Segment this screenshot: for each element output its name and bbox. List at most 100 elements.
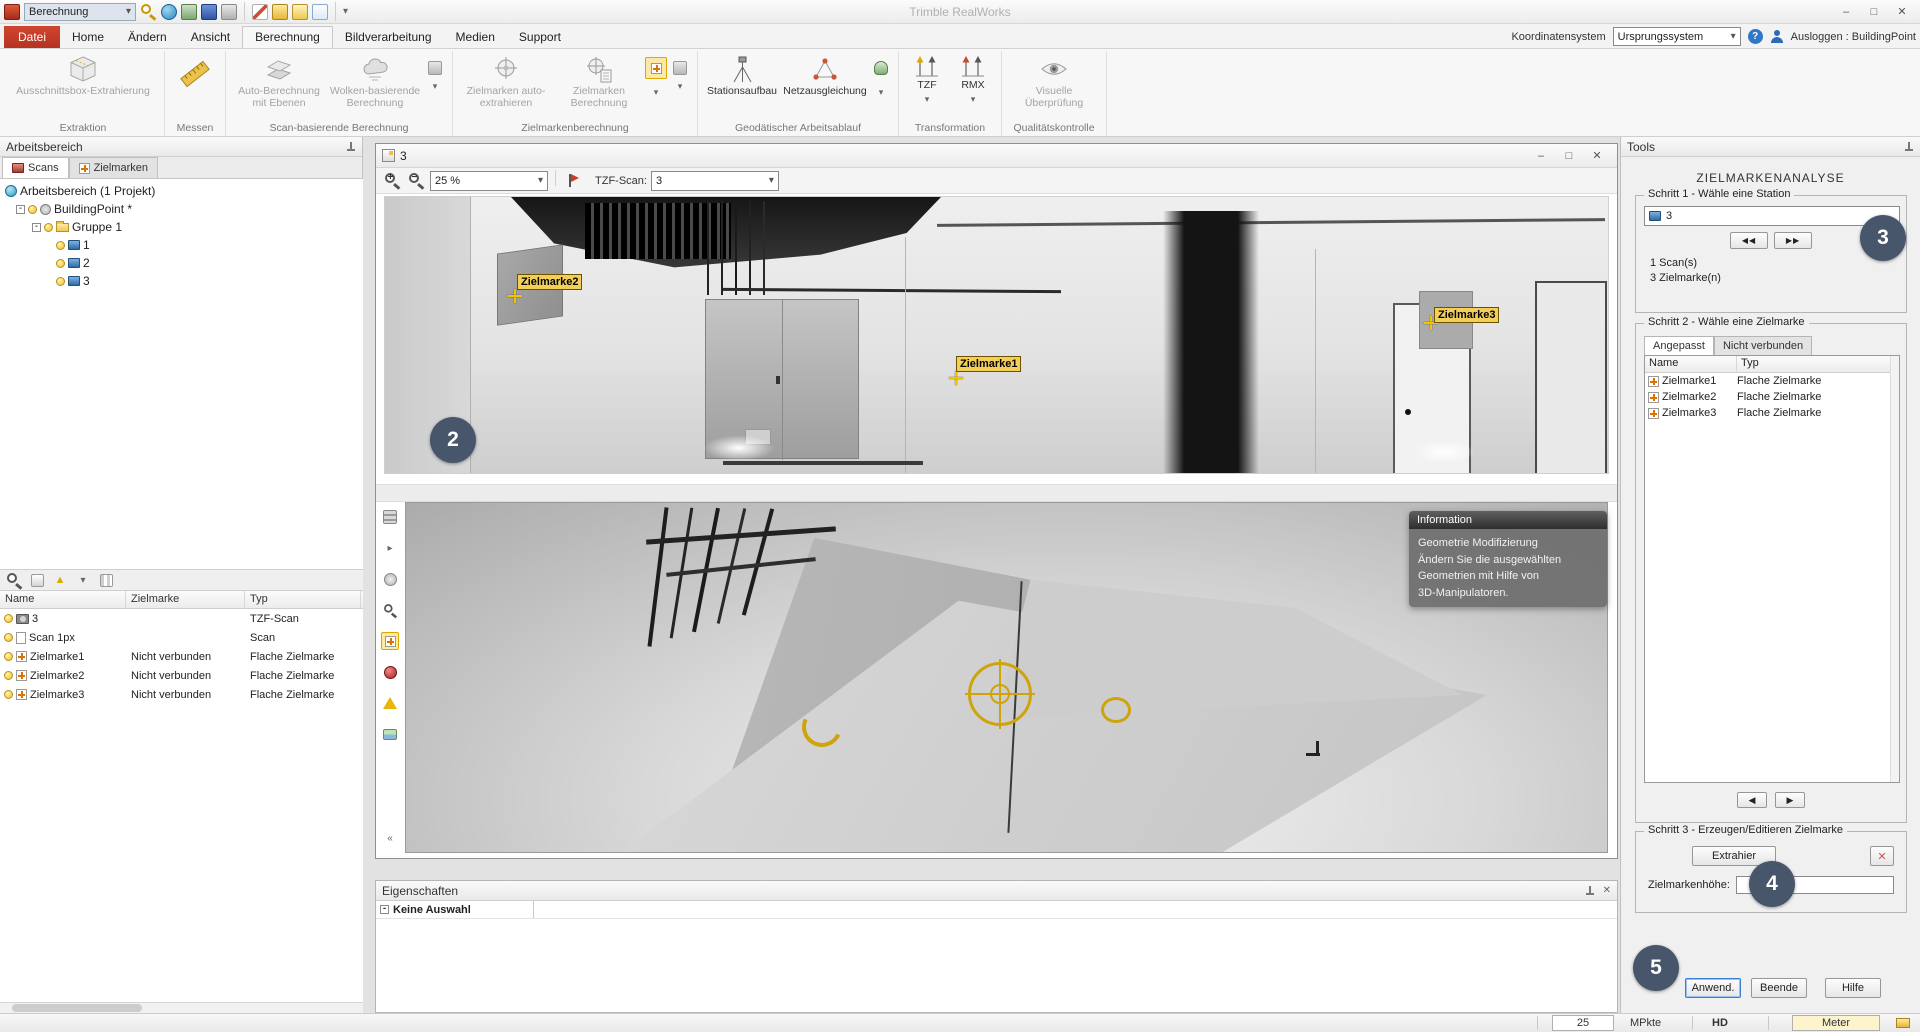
collapse-expander-icon[interactable]: - (16, 205, 25, 214)
scrollbar-thumb[interactable] (12, 1004, 142, 1012)
tab-angepasst[interactable]: Angepasst (1644, 336, 1714, 355)
stationsaufbau-button[interactable]: Stationsaufbau (704, 53, 780, 98)
previous-target-button[interactable]: ◀ (1737, 792, 1767, 808)
tab-home[interactable]: Home (60, 27, 116, 48)
zoom-out-button[interactable]: − (406, 172, 426, 190)
tab-aendern[interactable]: Ändern (116, 27, 179, 48)
coordinate-system-dropdown[interactable]: Ursprungssystem ▾ (1613, 27, 1741, 46)
tree-item-scan-2[interactable]: 2 (0, 254, 363, 272)
window-maximize-button[interactable]: □ (1860, 2, 1888, 22)
tab-scans[interactable]: Scans (2, 157, 69, 178)
quick-search-icon[interactable] (140, 3, 157, 20)
quick-register-icon[interactable] (181, 4, 197, 20)
zoom-tool-button[interactable] (381, 601, 399, 619)
visibility-bulb-icon[interactable] (4, 690, 13, 699)
visuelle-ueberpruefung-button[interactable]: Visuelle Überprüfung (1008, 53, 1100, 110)
target-ring-marker[interactable] (1101, 697, 1131, 723)
list-row-zielmarke3[interactable]: Zielmarke3 Nicht verbunden Flache Zielma… (0, 685, 363, 704)
list-row-scan1px[interactable]: Scan 1px Scan (0, 628, 363, 647)
viewer-close-button[interactable]: ✕ (1583, 146, 1611, 166)
quick-access-dropdown[interactable]: Berechnung ▾ (24, 3, 136, 21)
column-header-name[interactable]: Name (0, 591, 126, 608)
pano-label-zielmarke1[interactable]: Zielmarke1 (956, 356, 1021, 372)
quick-access-customize-caret-icon[interactable]: ▾ (343, 6, 348, 17)
list-row-zielmarke1[interactable]: Zielmarke1 Nicht verbunden Flache Zielma… (0, 647, 363, 666)
scan-calc-extra-button[interactable] (424, 57, 446, 79)
zielmarken-auto-extrahieren-button[interactable]: Zielmarken auto-extrahieren (459, 53, 553, 110)
pano-label-zielmarke2[interactable]: Zielmarke2 (517, 274, 582, 290)
column-header-typ[interactable]: Typ (245, 591, 361, 608)
collapse-expander-icon[interactable]: - (32, 223, 41, 232)
target-marker-zielmarke1[interactable] (949, 371, 963, 385)
hd-label[interactable]: HD (1712, 1017, 1728, 1029)
zielmarken-tool-button[interactable]: ▾ (645, 81, 667, 103)
target-marker-zielmarke2[interactable] (508, 289, 522, 303)
viewer-minimize-button[interactable]: – (1527, 146, 1555, 166)
tree-item-group[interactable]: - Gruppe 1 (0, 218, 363, 236)
quick-sphere-icon[interactable] (161, 4, 177, 20)
list-filter-button[interactable]: ▾ (73, 571, 93, 589)
delete-target-button[interactable]: ✕ (1870, 846, 1894, 866)
logout-link[interactable]: Ausloggen : BuildingPoint (1791, 31, 1916, 43)
flag-button[interactable] (563, 172, 583, 190)
quick-save-icon[interactable] (201, 4, 217, 20)
column-header-zielmarke[interactable]: Zielmarke (126, 591, 245, 608)
wolken-berechnung-button[interactable]: Wolken-basierende Berechnung (328, 53, 422, 110)
pin-icon[interactable] (1904, 142, 1914, 152)
visibility-bulb-icon[interactable] (56, 259, 65, 268)
tab-medien[interactable]: Medien (444, 27, 507, 48)
visibility-bulb-icon[interactable] (56, 241, 65, 250)
viewer-window-titlebar[interactable]: 3 – □ ✕ (376, 144, 1617, 168)
viewer-maximize-button[interactable]: □ (1555, 146, 1583, 166)
netzausgleichung-button[interactable]: Netzausgleichung (782, 53, 868, 98)
collapse-strip-button[interactable]: « (381, 829, 399, 847)
help-button[interactable]: Hilfe (1825, 978, 1881, 998)
tab-nicht-verbunden[interactable]: Nicht verbunden (1714, 336, 1812, 355)
view-splitter[interactable] (376, 484, 1617, 502)
tab-zielmarken[interactable]: Zielmarken (69, 157, 158, 178)
tree-item-scan-1[interactable]: 1 (0, 236, 363, 254)
orbit-button[interactable] (381, 570, 399, 588)
tab-support[interactable]: Support (507, 27, 573, 48)
previous-station-button[interactable]: ◀◀ (1730, 232, 1768, 249)
zielmarken-edit-button[interactable] (669, 57, 691, 79)
pin-icon[interactable] (346, 142, 356, 152)
caret-down-icon[interactable]: ▾ (669, 81, 691, 92)
target-table-scrollbar[interactable] (1890, 356, 1899, 782)
ausschnittsbox-extrahierung-button[interactable]: Ausschnittsbox-Extrahierung (8, 53, 158, 98)
tree-item-project[interactable]: - BuildingPoint * (0, 200, 363, 218)
list-row-scan3[interactable]: 3 TZF-Scan (0, 609, 363, 628)
list-up-button[interactable]: ▲ (50, 571, 70, 589)
workspace-horizontal-scrollbar[interactable] (0, 1002, 363, 1013)
close-icon[interactable]: ✕ (1603, 885, 1611, 896)
quick-chart-icon[interactable] (312, 4, 328, 20)
view-settings-button[interactable] (381, 508, 399, 526)
tzf-scan-dropdown[interactable]: 3 ▾ (651, 171, 779, 191)
column-header-name[interactable]: Name (1645, 356, 1737, 372)
tzf-button[interactable]: TZF ▾ (905, 53, 949, 104)
list-search-button[interactable] (4, 571, 24, 589)
unit-selector[interactable]: Meter (1792, 1015, 1880, 1031)
zielmarken-analyse-button-active[interactable] (645, 57, 667, 79)
visibility-bulb-icon[interactable] (4, 671, 13, 680)
expand-tools-button[interactable]: ▸ (381, 539, 399, 557)
point-count-box[interactable]: 25 (1552, 1015, 1614, 1031)
list-copy-button[interactable] (27, 571, 47, 589)
target-analysis-tool-button[interactable] (381, 632, 399, 650)
target-row-zielmarke1[interactable]: Zielmarke1 Flache Zielmarke (1645, 373, 1899, 389)
visibility-bulb-icon[interactable] (56, 277, 65, 286)
quick-measure-distance-icon[interactable] (252, 4, 268, 20)
limit-box-button[interactable] (381, 663, 399, 681)
quick-measure-angle-icon[interactable] (272, 4, 288, 20)
zielmarken-berechnung-button[interactable]: Zielmarken Berechnung (555, 53, 643, 110)
auto-berechnung-button[interactable]: Auto-Berechnung mit Ebenen (232, 53, 326, 110)
visibility-bulb-icon[interactable] (4, 652, 13, 661)
tab-datei[interactable]: Datei (4, 26, 60, 48)
list-row-zielmarke2[interactable]: Zielmarke2 Nicht verbunden Flache Zielma… (0, 666, 363, 685)
next-target-button[interactable]: ▶ (1775, 792, 1805, 808)
window-minimize-button[interactable]: – (1832, 2, 1860, 22)
geodetic-more-button[interactable]: ▾ (870, 81, 892, 103)
visibility-bulb-icon[interactable] (44, 223, 53, 232)
tab-berechnung[interactable]: Berechnung (242, 26, 333, 48)
next-station-button[interactable]: ▶▶ (1774, 232, 1812, 249)
